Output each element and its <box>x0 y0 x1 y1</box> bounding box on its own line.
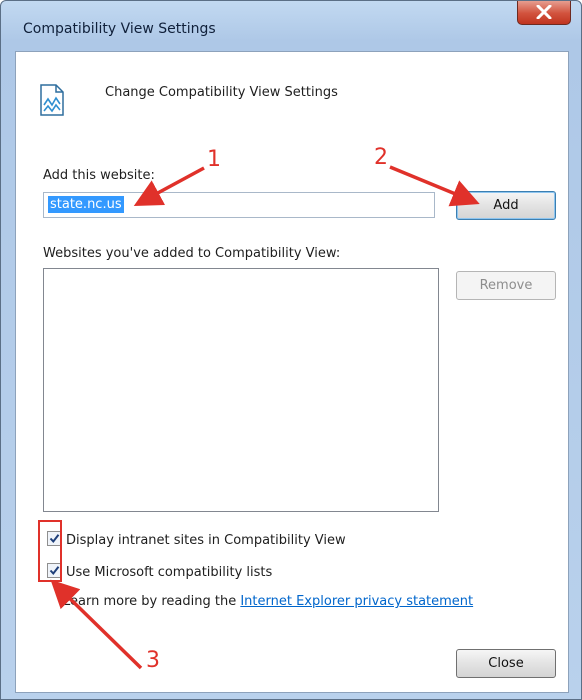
add-website-label: Add this website: <box>43 168 155 183</box>
added-websites-label: Websites you've added to Compatibility V… <box>43 246 341 261</box>
ms-lists-option-label: Use Microsoft compatibility lists <box>66 565 273 580</box>
dialog-window: Compatibility View Settings Change Compa… <box>0 0 582 700</box>
option-ms-lists-row[interactable]: Use Microsoft compatibility lists <box>47 563 272 580</box>
dialog-content: Change Compatibility View Settings Add t… <box>15 51 569 693</box>
website-input-value: state.nc.us <box>48 196 124 213</box>
intranet-option-label: Display intranet sites in Compatibility … <box>66 533 346 548</box>
window-title: Compatibility View Settings <box>23 21 216 37</box>
add-website-input[interactable]: state.nc.us <box>43 192 435 218</box>
annotation-label-3: 3 <box>146 648 160 673</box>
close-button[interactable]: Close <box>456 649 556 678</box>
ms-lists-checkbox[interactable] <box>47 563 62 578</box>
window-close-button[interactable] <box>517 1 571 25</box>
privacy-statement-link[interactable]: Internet Explorer privacy statement <box>240 594 473 609</box>
close-x-icon <box>536 5 552 19</box>
learn-more-text: Learn more by reading the Internet Explo… <box>63 594 473 609</box>
added-websites-list[interactable] <box>43 268 439 512</box>
compat-view-icon <box>40 84 64 116</box>
option-intranet-row[interactable]: Display intranet sites in Compatibility … <box>47 531 346 548</box>
checkmark-icon <box>49 534 60 544</box>
remove-button[interactable]: Remove <box>456 271 556 300</box>
intranet-checkbox[interactable] <box>47 531 62 546</box>
learn-more-prefix: Learn more by reading the <box>63 594 237 609</box>
title-bar[interactable]: Compatibility View Settings <box>1 1 581 51</box>
add-button[interactable]: Add <box>456 191 556 220</box>
checkmark-icon <box>49 566 60 576</box>
dialog-heading: Change Compatibility View Settings <box>105 85 338 100</box>
annotation-label-2: 2 <box>374 145 388 170</box>
annotation-label-1: 1 <box>207 147 221 172</box>
